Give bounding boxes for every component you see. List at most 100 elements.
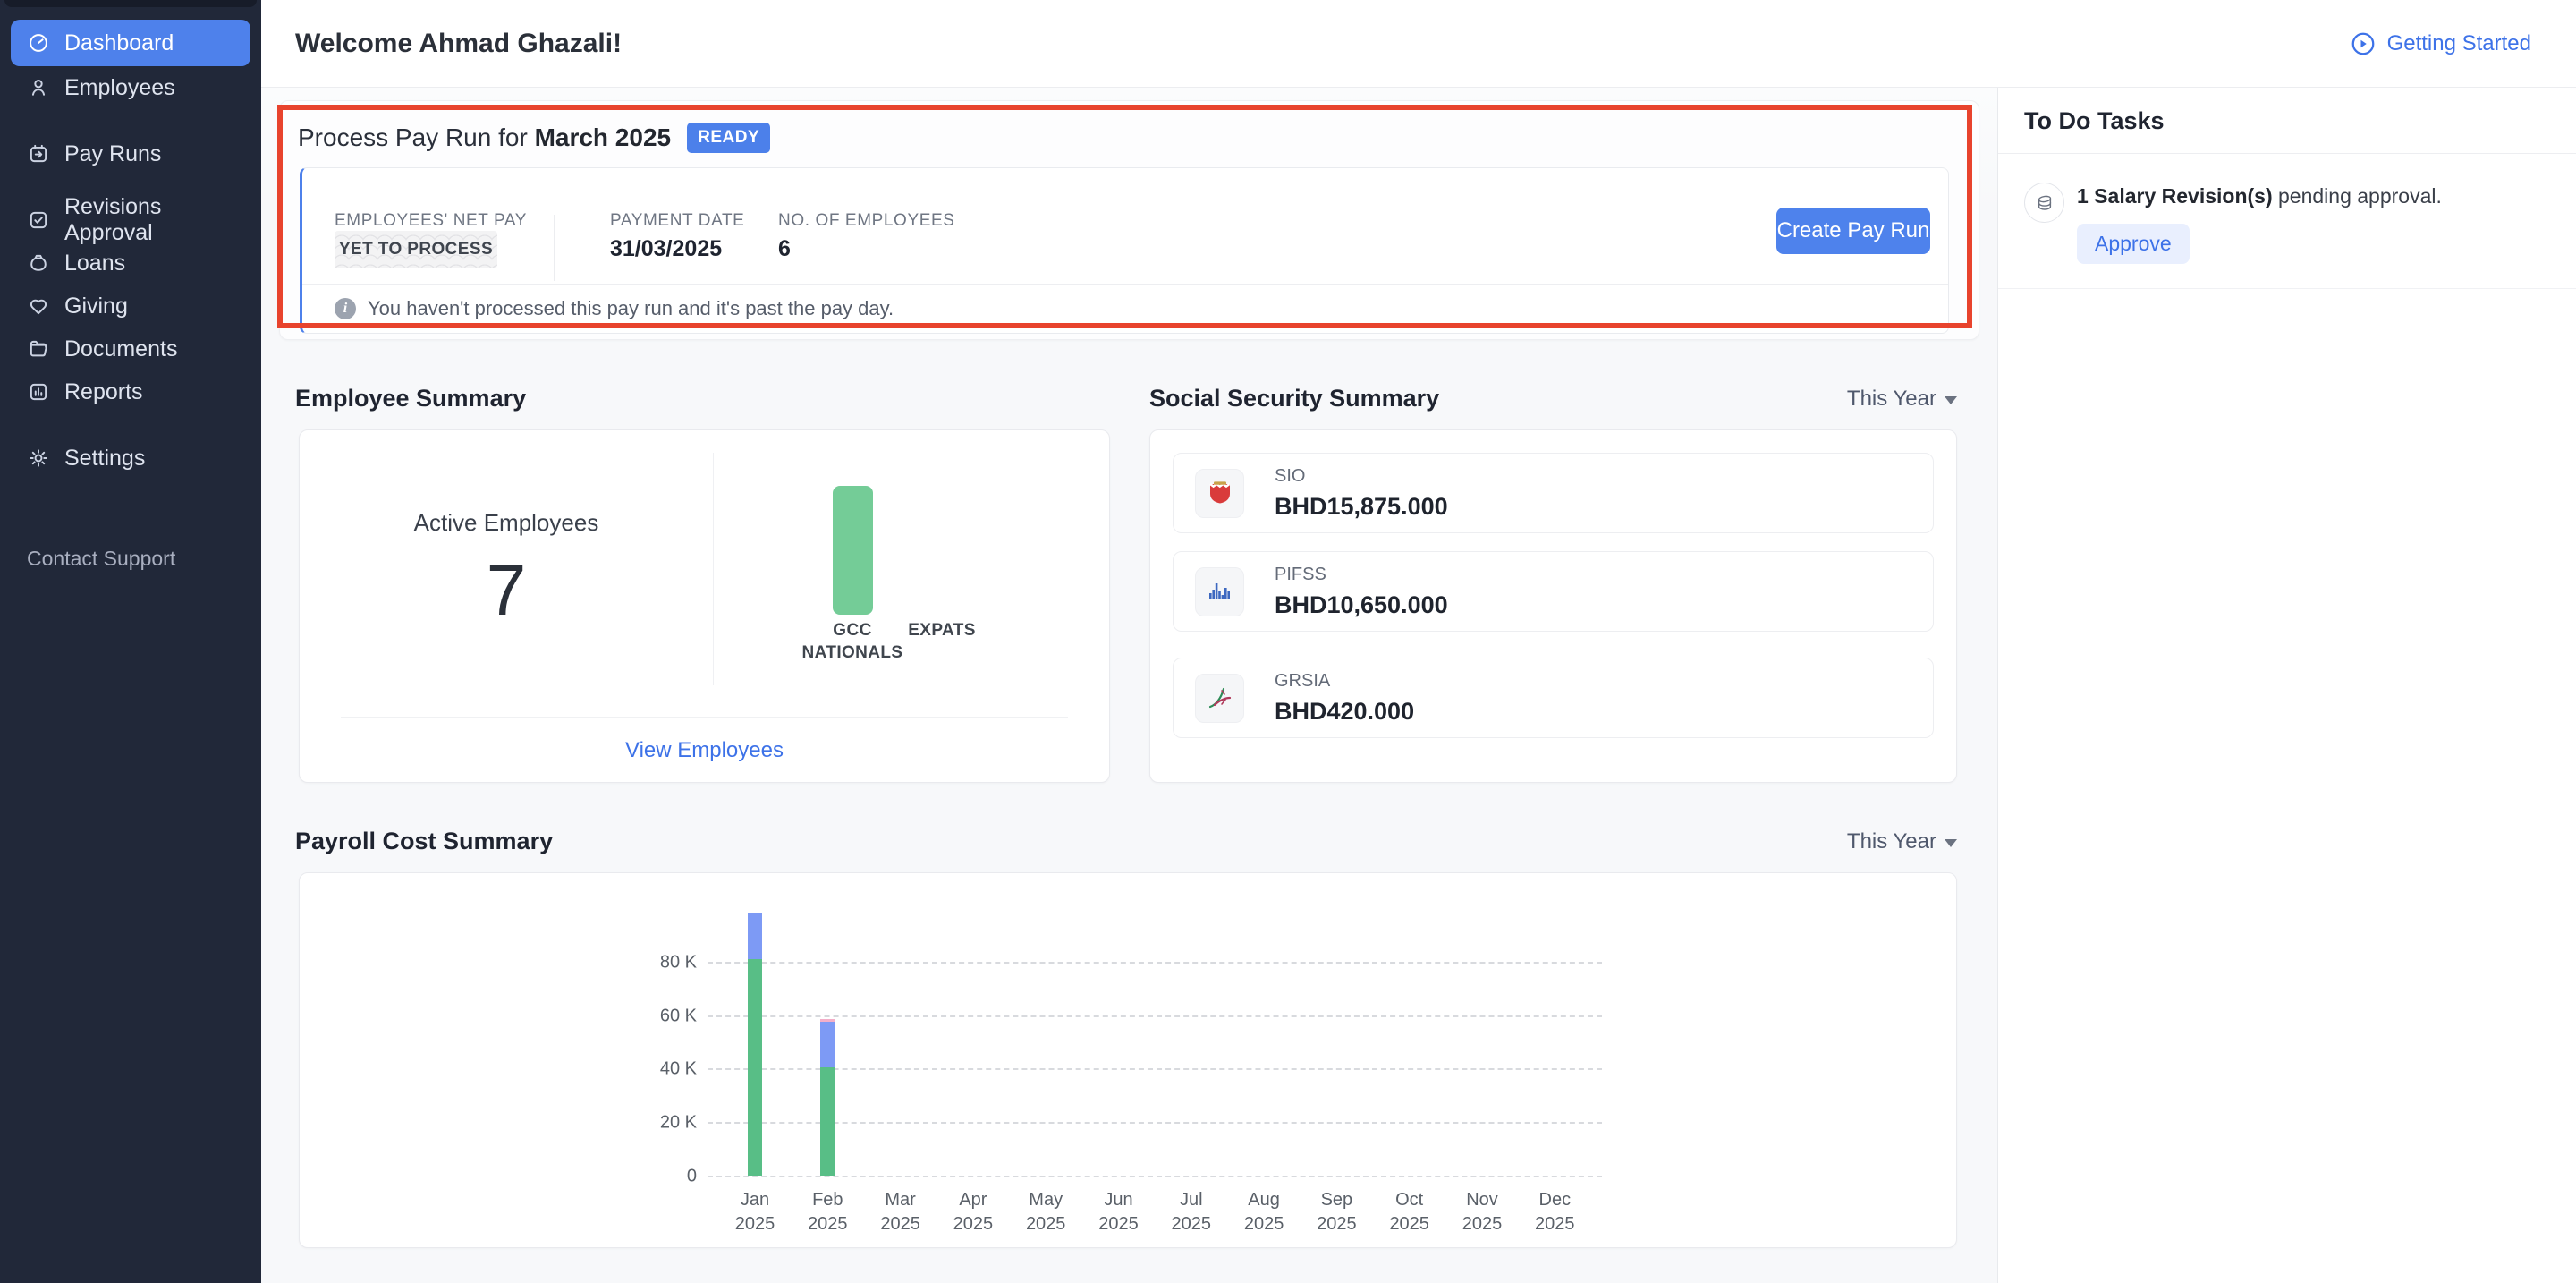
x-axis-month-label: Nov2025: [1442, 1188, 1522, 1236]
social-security-row-grsia[interactable]: GRSIA BHD420.000: [1173, 658, 1934, 738]
active-employees-label: Active Employees: [300, 509, 713, 537]
sidebar-item-label: Dashboard: [64, 30, 174, 56]
caret-down-icon: [1945, 839, 1957, 847]
social-security-row-sio[interactable]: SIO BHD15,875.000: [1173, 453, 1934, 533]
social-security-row-pifss[interactable]: PIFSS BHD10,650.000: [1173, 551, 1934, 632]
dashboard-gauge-icon: [27, 31, 50, 55]
ss-amount: BHD10,650.000: [1275, 591, 1448, 619]
x-axis-month-label: Jul2025: [1151, 1188, 1232, 1236]
employee-count-label: NO. OF EMPLOYEES: [778, 211, 955, 231]
sidebar-item-documents[interactable]: Documents: [11, 327, 250, 370]
contact-support-link[interactable]: Contact Support: [27, 547, 250, 571]
sidebar: Dashboard Employees Pay Runs Revisions A…: [0, 0, 261, 1283]
approve-button[interactable]: Approve: [2077, 224, 2190, 264]
payroll-cost-title: Payroll Cost Summary: [295, 828, 553, 855]
active-employees-block: Active Employees 7: [300, 509, 713, 632]
sidebar-item-revisions-approval[interactable]: Revisions Approval: [11, 199, 250, 242]
social-security-card: SIO BHD15,875.000 PIFSS BHD10,650.000: [1149, 429, 1957, 783]
sidebar-item-label: Revisions Approval: [64, 194, 234, 246]
sio-crest-icon: [1195, 469, 1244, 518]
gridline: [708, 1015, 1602, 1017]
x-axis-month-label: Apr2025: [933, 1188, 1013, 1236]
todo-bottom-divider: [1998, 288, 2576, 289]
sidebar-item-label: Loans: [64, 251, 125, 276]
x-axis-month-label: Aug2025: [1224, 1188, 1304, 1236]
gridline: [708, 1176, 1602, 1177]
sidebar-item-employees[interactable]: Employees: [11, 66, 250, 109]
ss-amount: BHD15,875.000: [1275, 493, 1448, 521]
process-payrun-panel: Process Pay Run for March 2025 READY EMP…: [279, 100, 1979, 340]
net-pay-label: EMPLOYEES' NET PAY: [335, 211, 527, 231]
card-divider: [713, 453, 714, 685]
todo-title: To Do Tasks: [2024, 107, 2165, 135]
todo-task-rest: pending approval.: [2273, 184, 2442, 208]
sidebar-item-label: Documents: [64, 336, 177, 362]
sidebar-item-giving[interactable]: Giving: [11, 285, 250, 327]
caret-down-icon: [1945, 396, 1957, 404]
ss-name: SIO: [1275, 466, 1448, 487]
page-header: Welcome Ahmad Ghazali! Getting Started: [261, 0, 2576, 88]
ss-row-text: GRSIA BHD420.000: [1275, 671, 1414, 726]
getting-started-link[interactable]: Getting Started: [2350, 30, 2531, 57]
payroll-cost-chart: 020 K40 K60 K80 KJan2025Feb2025Mar2025Ap…: [300, 873, 1956, 1247]
grsia-logo-icon: [1195, 674, 1244, 723]
bar-segment-middle-blue: [820, 1022, 835, 1067]
payrun-card: EMPLOYEES' NET PAY YET TO PROCESS PAYMEN…: [300, 167, 1949, 334]
sidebar-item-dashboard[interactable]: Dashboard: [11, 20, 250, 66]
x-axis-month-label: May2025: [1005, 1188, 1086, 1236]
employee-summary-card: Active Employees 7 GCC NATIONALS EXPATS …: [299, 429, 1110, 783]
filter-value: This Year: [1847, 387, 1936, 412]
play-circle-icon: [2350, 30, 2377, 57]
todo-task-text: 1 Salary Revision(s) pending approval.: [2077, 184, 2442, 208]
y-axis-tick-label: 80 K: [643, 952, 697, 973]
payrun-title-row: Process Pay Run for March 2025 READY: [298, 123, 770, 153]
gridline: [708, 962, 1602, 964]
ss-row-text: SIO BHD15,875.000: [1275, 466, 1448, 521]
bar-label-expats: EXPATS: [884, 620, 1000, 642]
sidebar-item-label: Employees: [64, 75, 175, 101]
sidebar-item-label: Giving: [64, 293, 128, 319]
view-employees-link[interactable]: View Employees: [300, 738, 1109, 763]
sidebar-item-pay-runs[interactable]: Pay Runs: [11, 132, 250, 175]
bar-segment-top-pink: [820, 1019, 835, 1022]
create-pay-run-button[interactable]: Create Pay Run: [1776, 208, 1930, 254]
sidebar-item-label: Reports: [64, 379, 143, 405]
payrun-title: Process Pay Run for March 2025: [298, 123, 671, 152]
gridline: [708, 1122, 1602, 1124]
stats-divider: [554, 215, 555, 281]
filter-value: This Year: [1847, 829, 1936, 854]
bar-segment-base-green: [748, 959, 762, 1176]
main-content: Process Pay Run for March 2025 READY EMP…: [261, 88, 1997, 1283]
x-axis-month-label: Dec2025: [1514, 1188, 1595, 1236]
x-axis-month-label: Jan2025: [715, 1188, 795, 1236]
bar-segment-base-green: [820, 1067, 835, 1176]
ss-amount: BHD420.000: [1275, 698, 1414, 726]
heart-icon: [27, 294, 50, 318]
bar-segment-middle-blue: [748, 913, 762, 959]
payrun-info-text: You haven't processed this pay run and i…: [368, 297, 894, 320]
sidebar-top-strip: [4, 0, 257, 7]
employee-count-value: 6: [778, 236, 791, 262]
payment-date-value: 31/03/2025: [610, 236, 722, 262]
person-icon: [27, 76, 50, 99]
folder-icon: [27, 337, 50, 361]
sidebar-item-loans[interactable]: Loans: [11, 242, 250, 285]
y-axis-tick-label: 40 K: [643, 1059, 697, 1080]
card-footer-divider: [341, 717, 1068, 718]
x-axis-month-label: Feb2025: [787, 1188, 868, 1236]
todo-panel: To Do Tasks 1 Salary Revision(s) pending…: [1997, 88, 2576, 1283]
gear-icon: [27, 446, 50, 470]
sidebar-item-reports[interactable]: Reports: [11, 370, 250, 413]
x-axis-month-label: Mar2025: [860, 1188, 941, 1236]
sidebar-item-settings[interactable]: Settings: [11, 437, 250, 480]
gridline: [708, 1068, 1602, 1070]
sidebar-nav: Dashboard Employees Pay Runs Revisions A…: [0, 7, 261, 571]
x-axis-month-label: Jun2025: [1079, 1188, 1159, 1236]
social-security-filter-dropdown[interactable]: This Year: [1847, 387, 1957, 412]
money-bag-icon: [27, 251, 50, 275]
payroll-cost-filter-dropdown[interactable]: This Year: [1847, 829, 1957, 854]
ss-row-text: PIFSS BHD10,650.000: [1275, 565, 1448, 619]
calendar-arrow-icon: [27, 142, 50, 166]
ss-name: PIFSS: [1275, 565, 1448, 585]
coins-icon: [2024, 183, 2064, 223]
